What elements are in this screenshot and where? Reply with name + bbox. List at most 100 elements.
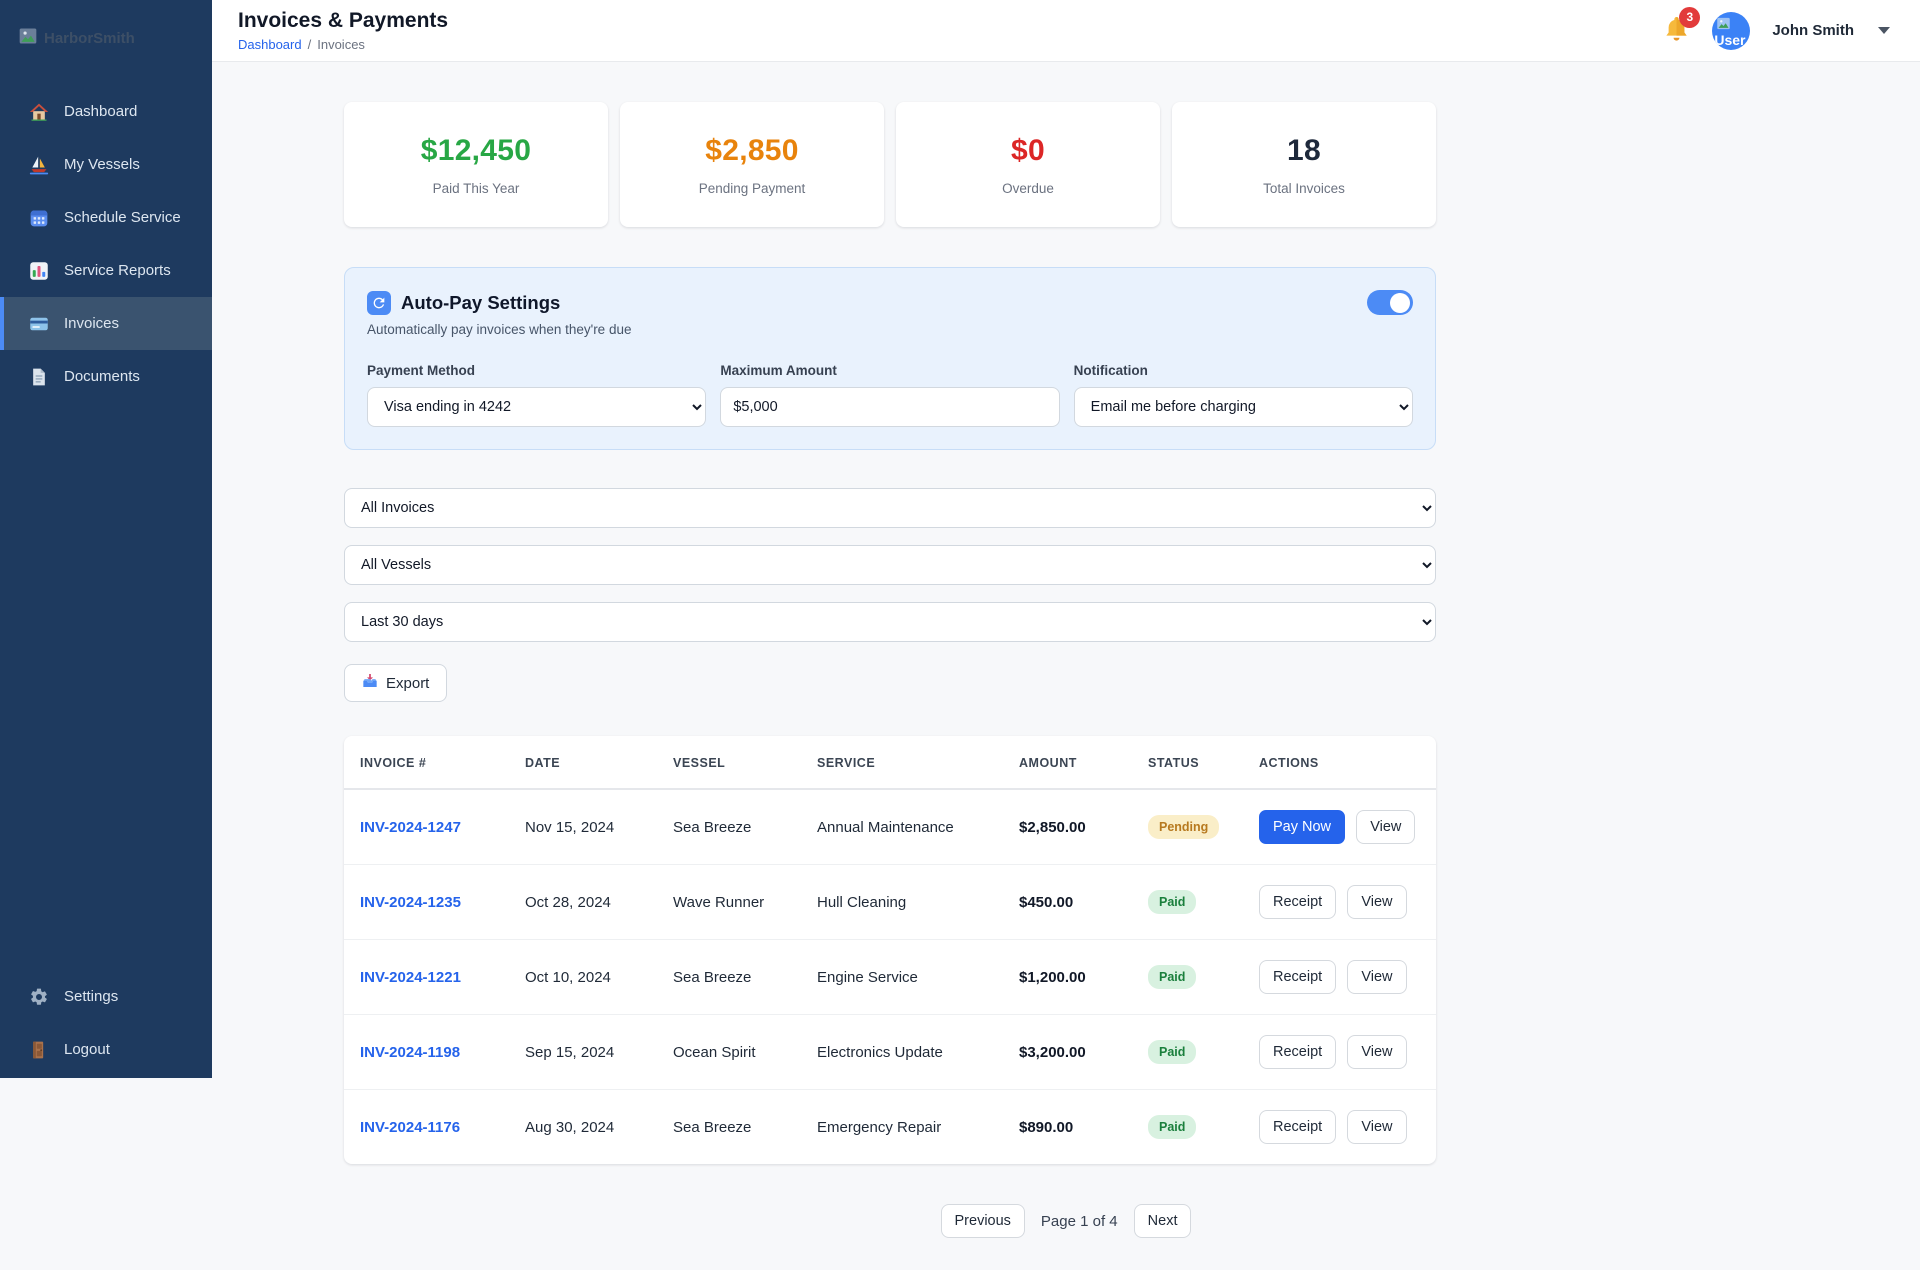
sidebar-item-logout[interactable]: Logout [0,1023,212,1076]
invoice-date: Oct 10, 2024 [511,939,659,1015]
payment-method-select[interactable]: Visa ending in 4242 [367,387,707,427]
user-name[interactable]: John Smith [1772,22,1854,39]
view-button[interactable]: View [1347,960,1407,994]
pay-now-button[interactable]: Pay Now [1259,810,1346,844]
stat-label: Total Invoices [1263,180,1345,196]
chevron-down-icon[interactable] [1878,27,1890,34]
export-button[interactable]: Export [344,664,448,702]
invoice-amount: $3,200.00 [1005,1014,1134,1090]
vessel-name: Sea Breeze [673,818,752,836]
status-badge: Paid [1148,1115,1197,1139]
receipt-button[interactable]: Receipt [1259,1110,1337,1144]
sidebar-item-my-vessels[interactable]: My Vessels [0,138,212,191]
stat-value: $12,450 [420,133,532,167]
maximum-amount-input[interactable] [720,387,1060,427]
sidebar-item-label: Service Reports [64,262,171,279]
previous-page-button[interactable]: Previous [940,1204,1025,1238]
notification-label: Notification [1073,363,1148,378]
stat-value: 18 [1287,133,1321,167]
stat-card-overdue: $0 Overdue [896,102,1160,227]
inbox-download-icon [362,673,378,693]
service-name: Electronics Update [803,1014,1005,1090]
invoice-link[interactable]: INV-2024-1247 [360,819,461,836]
stat-card-paid-this-year: $12,450 Paid This Year [344,102,608,227]
stat-label: Overdue [1002,180,1054,196]
house-icon [28,101,50,123]
broken-image-icon [18,26,38,51]
column-invoice: Invoice # [344,736,511,790]
invoice-link[interactable]: INV-2024-1235 [360,894,461,911]
auto-pay-refresh-icon [367,290,391,315]
bar-chart-icon [28,260,50,282]
sidebar-item-service-reports[interactable]: Service Reports [0,244,212,297]
notification-select[interactable]: Email me before charging [1073,387,1413,427]
table-row: INV-2024-1176 Aug 30, 2024 Sea Breeze Em… [344,1089,1436,1164]
stat-cards: $12,450 Paid This Year $2,850 Pending Pa… [344,102,1436,227]
auto-pay-toggle[interactable] [1367,290,1413,315]
service-name: Engine Service [803,939,1005,1015]
column-service: Service [803,736,1005,790]
header: Invoices & Payments Dashboard / Invoices 3 [212,0,1920,62]
invoice-amount: $450.00 [1005,864,1134,940]
vessel-filter[interactable]: All Vessels [344,545,1436,585]
invoice-date: Sep 15, 2024 [511,1014,659,1090]
invoice-link[interactable]: INV-2024-1198 [360,1044,460,1061]
view-button[interactable]: View [1347,1035,1407,1069]
sidebar: HarborSmith Dashboard My Vessels Schedul… [0,0,212,1078]
view-button[interactable]: View [1356,810,1416,844]
view-button[interactable]: View [1347,885,1407,919]
sidebar-item-label: Settings [64,988,119,1005]
vessel-name: Wave Runner [659,864,803,940]
sidebar-item-settings[interactable]: Settings [0,970,212,1023]
sidebar-item-invoices[interactable]: Invoices [0,297,212,350]
filters: All Invoices All Vessels Last 30 days Ex… [344,488,1436,702]
status-badge: Paid [1148,1040,1197,1064]
sidebar-item-label: Documents [64,368,140,385]
export-label: Export [386,674,430,692]
table-row: INV-2024-1235 Oct 28, 2024 Wave Runner H… [344,864,1436,940]
sidebar-item-schedule-service[interactable]: Schedule Service [0,191,212,244]
service-name: Hull Cleaning [803,864,1005,940]
breadcrumb-dashboard-link[interactable]: Dashboard [238,37,302,52]
notifications-button[interactable]: 3 [1663,6,1701,47]
sidebar-item-dashboard[interactable]: Dashboard [0,85,212,138]
credit-card-icon [28,313,50,335]
vessel-name: Sea Breeze [659,1089,803,1164]
gear-icon [28,986,50,1008]
vessel-name: Sea Breeze [659,939,803,1015]
receipt-button[interactable]: Receipt [1259,885,1337,919]
receipt-button[interactable]: Receipt [1259,1035,1337,1069]
sidebar-item-label: My Vessels [64,156,140,173]
stat-value: $2,850 [705,133,799,167]
avatar[interactable]: User [1712,11,1751,50]
avatar-alt-text: User [1714,31,1746,48]
sidebar-item-label: Dashboard [64,103,138,120]
header-right: 3 User John Smith [1663,6,1890,50]
column-vessel: Vessel [659,736,803,790]
invoice-date: Aug 30, 2024 [511,1089,659,1164]
status-badge: Pending [1148,815,1220,839]
auto-pay-title: Auto-Pay Settings [401,291,561,313]
invoice-link[interactable]: INV-2024-1176 [360,1119,460,1136]
stat-label: Paid This Year [432,180,520,196]
sidebar-item-documents[interactable]: Documents [0,350,212,403]
view-button[interactable]: View [1347,1110,1407,1144]
invoice-status-filter[interactable]: All Invoices [344,488,1436,528]
auto-pay-subtitle: Automatically pay invoices when they're … [367,322,632,337]
invoice-date: Nov 15, 2024 [525,818,615,836]
table-row: INV-2024-1198 Sep 15, 2024 Ocean Spirit … [344,1014,1436,1090]
sidebar-item-label: Schedule Service [64,209,181,226]
next-page-button[interactable]: Next [1133,1204,1192,1238]
breadcrumb: Dashboard / Invoices [238,37,448,52]
table-row: INV-2024-1221 Oct 10, 2024 Sea Breeze En… [344,939,1436,1015]
invoices-table: Invoice # Date Vessel Service Amount Sta… [344,736,1436,1164]
table-header-row: Invoice # Date Vessel Service Amount Sta… [344,736,1436,790]
receipt-button[interactable]: Receipt [1259,960,1337,994]
bell-icon [1663,16,1690,46]
column-date: Date [511,736,659,790]
invoice-link[interactable]: INV-2024-1221 [360,969,461,986]
sidebar-item-label: Invoices [64,315,120,332]
date-range-filter[interactable]: Last 30 days [344,602,1436,642]
sidebar-item-label: Logout [64,1041,110,1058]
document-icon [28,366,50,388]
